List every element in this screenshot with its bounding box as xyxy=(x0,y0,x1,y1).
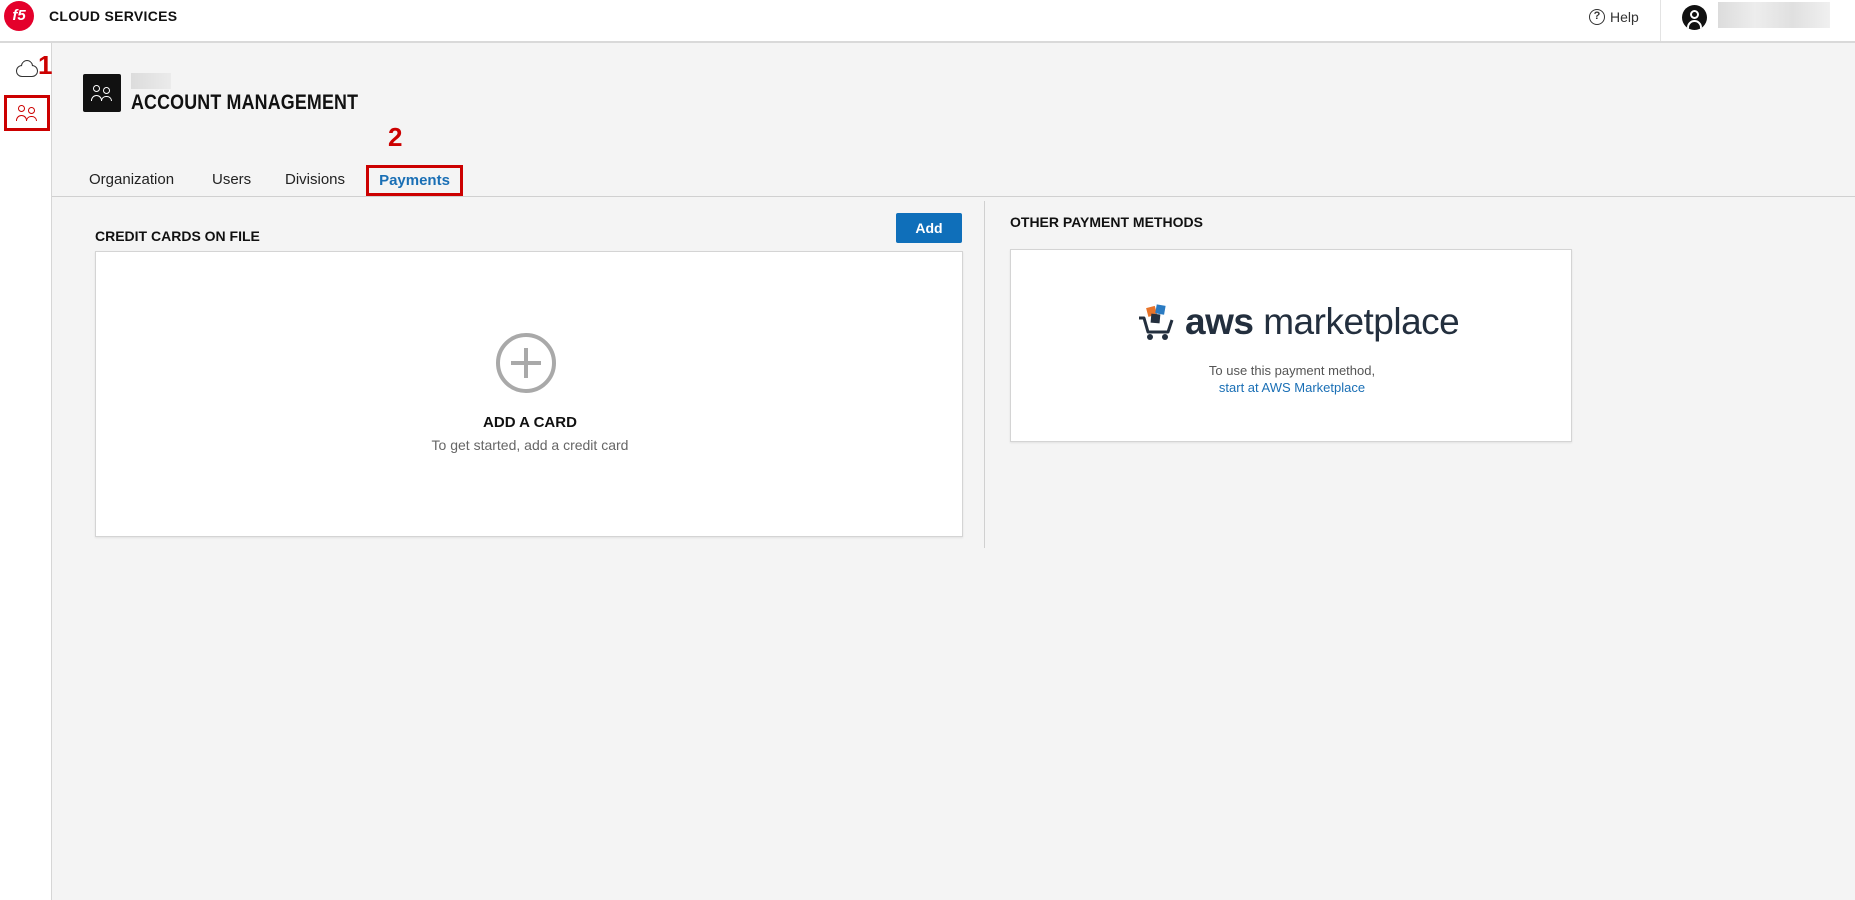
aws-description: To use this payment method, xyxy=(1208,363,1376,378)
users-icon xyxy=(16,105,38,121)
annotation-step-2: 2 xyxy=(388,122,403,152)
aws-marketplace-logo: aws marketplace xyxy=(1137,301,1460,343)
user-avatar-icon[interactable] xyxy=(1682,5,1707,30)
app-title[interactable]: CLOUD SERVICES xyxy=(49,8,177,24)
tab-users[interactable]: Users xyxy=(212,171,251,188)
other-payment-methods-heading: OTHER PAYMENT METHODS xyxy=(1010,214,1203,230)
empty-state-title: ADD A CARD xyxy=(483,414,577,431)
credit-cards-panel: ADD A CARD To get started, add a credit … xyxy=(95,251,963,537)
users-icon xyxy=(91,85,113,101)
tab-bar: Organization Users Divisions Payments xyxy=(52,165,1855,197)
aws-marketplace-panel: aws marketplace To use this payment meth… xyxy=(1010,249,1572,442)
tab-organization[interactable]: Organization xyxy=(89,171,174,188)
section-divider xyxy=(984,201,985,548)
empty-state-subtitle: To get started, add a credit card xyxy=(431,437,629,453)
credit-cards-heading: CREDIT CARDS ON FILE xyxy=(95,228,260,244)
organization-name-redacted xyxy=(131,73,171,89)
add-card-button[interactable]: Add xyxy=(896,213,962,243)
add-circle-icon[interactable] xyxy=(496,333,556,393)
sidebar xyxy=(0,43,52,900)
aws-logo-word-aws: aws xyxy=(1185,301,1254,342)
help-label: Help xyxy=(1610,9,1639,25)
aws-logo-word-marketplace: marketplace xyxy=(1253,301,1460,342)
help-button[interactable]: ? Help xyxy=(1589,8,1639,26)
cloud-icon xyxy=(16,65,38,77)
page-title: ACCOUNT MANAGEMENT xyxy=(131,91,359,114)
sidebar-item-account-management[interactable] xyxy=(4,95,50,131)
top-bar: f5 CLOUD SERVICES ? Help xyxy=(0,0,1855,43)
tab-payments[interactable]: Payments xyxy=(366,165,463,196)
aws-logo-text: aws marketplace xyxy=(1185,301,1460,343)
question-circle-icon: ? xyxy=(1589,9,1605,25)
aws-marketplace-link[interactable]: start at AWS Marketplace xyxy=(1011,380,1573,395)
f5-logo[interactable]: f5 xyxy=(4,1,34,31)
tab-divisions[interactable]: Divisions xyxy=(285,171,345,188)
user-name-redacted[interactable] xyxy=(1718,2,1830,28)
annotation-step-1: 1 xyxy=(38,50,53,80)
header-divider xyxy=(1660,0,1661,41)
account-management-icon xyxy=(83,74,121,112)
shopping-cart-icon xyxy=(1139,304,1174,340)
